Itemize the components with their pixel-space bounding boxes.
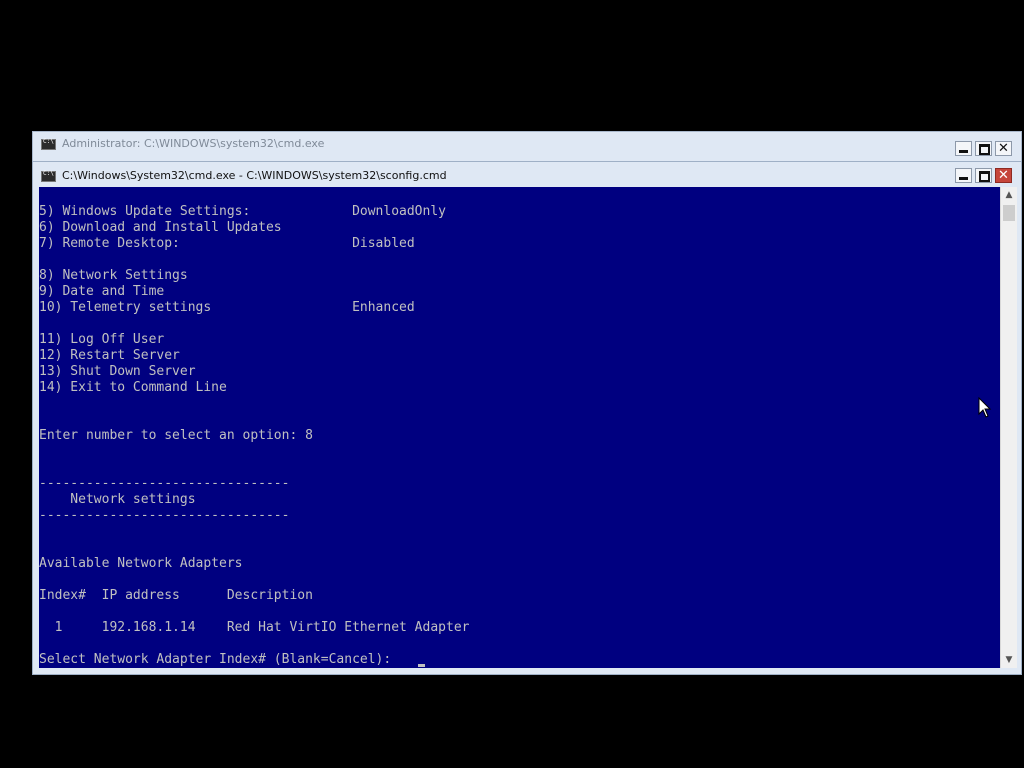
console-line: 13) Shut Down Server — [39, 364, 196, 379]
scroll-thumb[interactable] — [1003, 205, 1015, 221]
console-line: 11) Log Off User — [39, 332, 165, 347]
console-line: -------------------------------- — [39, 476, 290, 491]
sconfig-window[interactable]: C:\Windows\System32\cmd.exe - C:\WINDOWS… — [32, 161, 1022, 675]
console-line: 5) Windows Update Settings: DownloadOnly — [39, 204, 446, 219]
console-line: Network settings — [39, 492, 196, 507]
console-line: 14) Exit to Command Line — [39, 380, 227, 395]
console-line: 10) Telemetry settings Enhanced — [39, 300, 415, 315]
console-line: 7) Remote Desktop: Disabled — [39, 236, 415, 251]
console-line: Available Network Adapters — [39, 556, 243, 571]
console-line: 8) Network Settings — [39, 268, 188, 283]
maximize-button[interactable] — [975, 141, 992, 156]
console-line: 12) Restart Server — [39, 348, 180, 363]
console-output[interactable]: 5) Windows Update Settings: DownloadOnly… — [39, 187, 1000, 668]
sconfig-titlebar[interactable]: C:\Windows\System32\cmd.exe - C:\WINDOWS… — [33, 162, 1021, 188]
console-line: Enter number to select an option: 8 — [39, 428, 313, 443]
cmd-app-icon — [41, 138, 56, 150]
close-button[interactable]: ✕ — [995, 168, 1012, 183]
console-line: -------------------------------- — [39, 508, 290, 523]
scroll-up-icon[interactable]: ▲ — [1001, 187, 1017, 203]
console-line: Index# IP address Description — [39, 588, 313, 603]
text-cursor — [418, 664, 425, 667]
console-line: 1 192.168.1.14 Red Hat VirtIO Ethernet A… — [39, 620, 470, 635]
close-button[interactable]: ✕ — [995, 141, 1012, 156]
console-line: 9) Date and Time — [39, 284, 165, 299]
vertical-scrollbar[interactable]: ▲ ▼ — [1000, 187, 1017, 668]
admin-cmd-titlebar[interactable]: Administrator: C:\WINDOWS\system32\cmd.e… — [33, 132, 1021, 158]
sconfig-title: C:\Windows\System32\cmd.exe - C:\WINDOWS… — [62, 169, 447, 182]
cmd-app-icon — [41, 170, 56, 182]
console-line: Select Network Adapter Index# (Blank=Can… — [39, 652, 400, 667]
scroll-down-icon[interactable]: ▼ — [1001, 652, 1017, 668]
minimize-button[interactable] — [955, 141, 972, 156]
admin-cmd-title: Administrator: C:\WINDOWS\system32\cmd.e… — [62, 137, 325, 150]
minimize-button[interactable] — [955, 168, 972, 183]
mouse-pointer-icon — [978, 397, 992, 418]
maximize-button[interactable] — [975, 168, 992, 183]
console-line: 6) Download and Install Updates — [39, 220, 282, 235]
